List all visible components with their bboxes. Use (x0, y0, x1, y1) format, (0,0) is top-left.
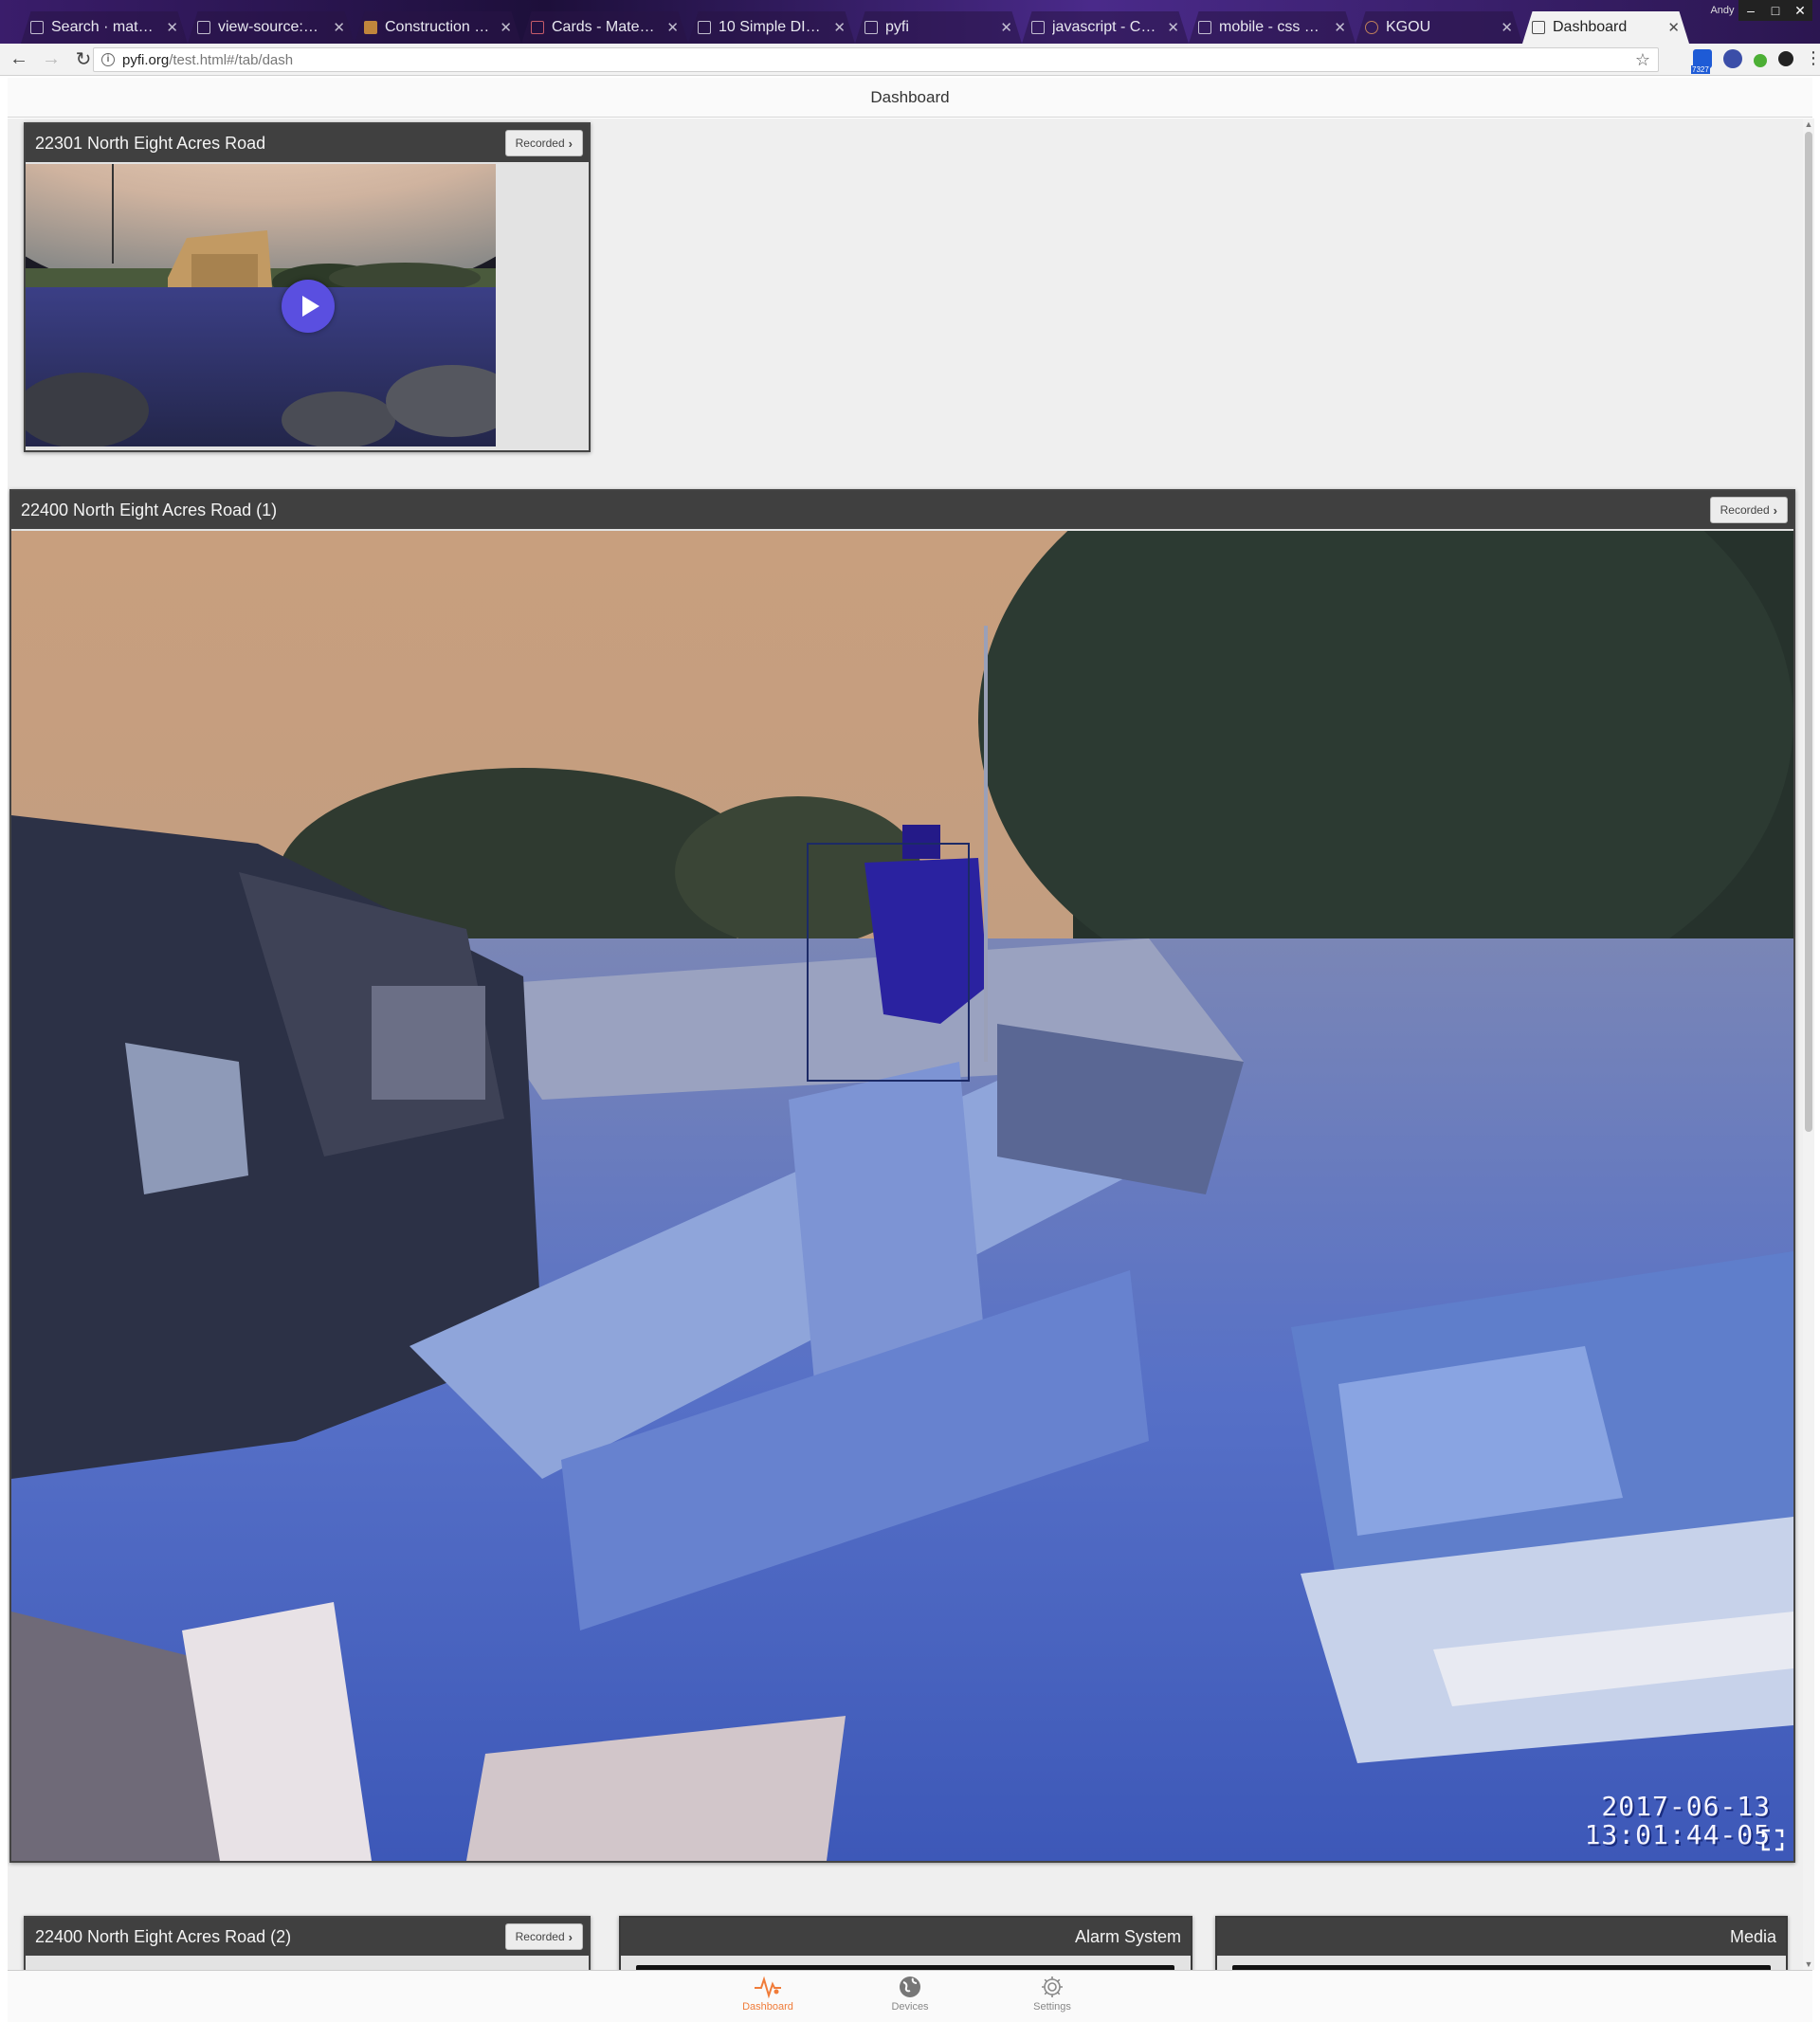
close-icon[interactable]: ✕ (666, 19, 679, 36)
browser-tab-strip: Search · materialize✕ view-source:127.0.… (0, 0, 1820, 44)
stackoverflow-icon (1031, 21, 1045, 34)
menu-dots-icon[interactable]: ⋮ (1805, 49, 1820, 68)
video-frame (11, 531, 1793, 1861)
page-icon (197, 21, 210, 34)
minimize-icon[interactable]: – (1738, 0, 1763, 21)
card-title: 22400 North Eight Acres Road (1) (21, 500, 278, 519)
video-timestamp: 2017-06-13 13:01:44-05 (1585, 1793, 1771, 1849)
browser-tab-active[interactable]: Dashboard ✕ (1522, 11, 1689, 44)
page-icon (1532, 21, 1545, 34)
scrollbar[interactable]: ▲ ▼ (1803, 118, 1814, 1970)
scroll-up-icon[interactable]: ▲ (1803, 118, 1814, 130)
site-icon (698, 21, 711, 34)
browser-tab[interactable]: 10 Simple DIV Hover✕ (688, 11, 855, 44)
profile-name[interactable]: Andy (1706, 0, 1738, 21)
camera-card: 22400 North Eight Acres Road (2) Recorde… (24, 1916, 591, 1970)
scroll-down-icon[interactable]: ▼ (1803, 1958, 1814, 1970)
mail-extension-icon[interactable]: 7327 (1691, 49, 1712, 74)
card-header: Alarm System (621, 1918, 1191, 1956)
tab-devices[interactable]: Devices (872, 1975, 948, 2013)
dashboard-content: 22301 North Eight Acres Road Recorded› (8, 118, 1805, 1970)
window-controls: Andy – □ ✕ (1706, 0, 1812, 21)
bookmark-star-icon[interactable]: ☆ (1635, 50, 1650, 70)
timestamp-time: 13:01:44-05 (1584, 1819, 1771, 1850)
tab-settings[interactable]: Settings (1014, 1975, 1090, 2013)
close-icon[interactable]: ✕ (166, 19, 178, 36)
browser-tab[interactable]: Search · materialize✕ (21, 11, 188, 44)
card-title: 22400 North Eight Acres Road (2) (35, 1926, 292, 1946)
tab-label: Devices (891, 2001, 929, 2013)
gear-icon (1042, 1976, 1063, 1997)
stackoverflow-icon (1198, 21, 1211, 34)
green-extension-icon[interactable] (1754, 53, 1767, 67)
video-frame (26, 164, 496, 446)
card-title: 22301 North Eight Acres Road (35, 133, 266, 153)
tab-dashboard[interactable]: Dashboard (730, 1975, 806, 2013)
tab-label: Dashboard (742, 2001, 793, 2013)
card-header: 22400 North Eight Acres Road (1) Recorde… (11, 491, 1793, 529)
globe-icon (900, 1976, 920, 1997)
alarm-card: Alarm System (619, 1916, 1192, 1970)
close-icon[interactable]: ✕ (1000, 19, 1012, 36)
github-icon (30, 21, 44, 34)
browser-tab[interactable]: Cards - Materialize✕ (521, 11, 688, 44)
shield-extension-icon[interactable] (1723, 49, 1742, 68)
recorded-button[interactable]: Recorded › (1709, 497, 1788, 523)
timestamp-date: 2017-06-13 (1601, 1791, 1771, 1822)
radio-icon (1365, 21, 1378, 34)
extension-icons: 7327 ⋮ (1691, 49, 1820, 74)
card-header: 22400 North Eight Acres Road (2) Recorde… (26, 1918, 589, 1956)
maximize-icon[interactable]: □ (1763, 0, 1788, 21)
camera-card-large: 22400 North Eight Acres Road (1) Recorde… (9, 489, 1795, 1863)
close-icon[interactable]: ✕ (1667, 19, 1680, 36)
page-icon (864, 21, 878, 34)
tab-label: Settings (1033, 2001, 1071, 2013)
close-icon[interactable]: ✕ (333, 19, 345, 36)
chevron-right-icon: › (568, 1929, 573, 1944)
info-icon[interactable]: i (101, 53, 115, 66)
card-title: Alarm System (1074, 1926, 1181, 1946)
close-icon[interactable]: ✕ (500, 19, 512, 36)
url-path: /test.html#/tab/dash (169, 51, 294, 68)
pulse-icon (755, 1976, 781, 1999)
chevron-right-icon: › (568, 136, 573, 151)
address-bar[interactable]: i pyfi.org/test.html#/tab/dash ☆ (93, 47, 1659, 72)
forward-icon[interactable]: → (38, 46, 64, 73)
camera-video[interactable] (26, 164, 496, 446)
close-window-icon[interactable]: ✕ (1788, 0, 1812, 21)
browser-tab[interactable]: mobile - css expand✕ (1189, 11, 1356, 44)
browser-toolbar: ← → ↻ i pyfi.org/test.html#/tab/dash ☆ 7… (0, 44, 1820, 76)
scrollbar-thumb[interactable] (1805, 132, 1812, 1132)
close-icon[interactable]: ✕ (1334, 19, 1346, 36)
bottom-tab-bar: Dashboard Devices Settings (8, 1970, 1812, 2022)
card-header: 22301 North Eight Acres Road Recorded › (26, 124, 589, 162)
materialize-icon (531, 21, 544, 34)
close-icon[interactable]: ✕ (1501, 19, 1513, 36)
browser-tab[interactable]: javascript - CSS V✕ (1022, 11, 1189, 44)
camera-video[interactable]: 2017-06-13 13:01:44-05 (11, 531, 1793, 1861)
browser-tab[interactable]: KGOU ✕ (1356, 11, 1522, 44)
site-icon (364, 21, 377, 34)
play-button[interactable] (282, 280, 335, 333)
browser-tab[interactable]: Construction Web✕ (355, 11, 521, 44)
back-icon[interactable]: ← (6, 46, 32, 73)
fullscreen-icon[interactable] (1761, 1829, 1784, 1851)
camera-card: 22301 North Eight Acres Road Recorded › (24, 122, 591, 452)
page-title: Dashboard (8, 78, 1812, 118)
card-title: Media (1729, 1926, 1776, 1946)
recorded-button[interactable]: Recorded › (504, 1923, 583, 1950)
dark-extension-icon[interactable] (1778, 51, 1793, 66)
close-icon[interactable]: ✕ (833, 19, 846, 36)
browser-tab[interactable]: view-source:127.0.0.1✕ (188, 11, 355, 44)
browser-tab[interactable]: pyfi ✕ (855, 11, 1022, 44)
card-header: Media (1217, 1918, 1786, 1956)
media-card: Media (1215, 1916, 1788, 1970)
extension-badge: 7327 (1691, 65, 1710, 74)
url-host: pyfi.org (122, 51, 170, 68)
chevron-right-icon: › (1773, 502, 1777, 518)
recorded-button[interactable]: Recorded › (504, 130, 583, 156)
close-icon[interactable]: ✕ (1167, 19, 1179, 36)
